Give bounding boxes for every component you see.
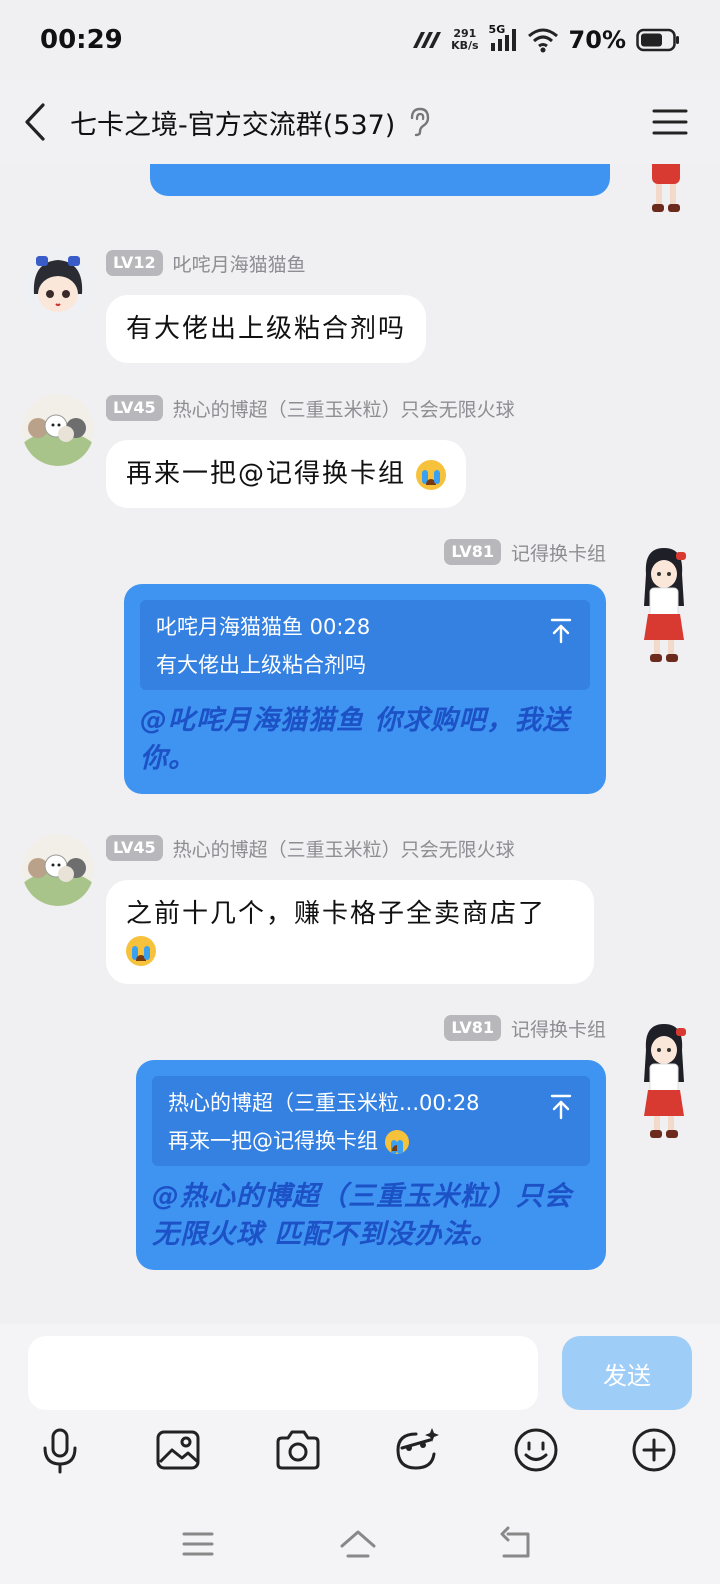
chat-messages[interactable]: LV12 叱咤月海猫猫鱼 有大佬出上级粘合剂吗 LV45 热心的博超（三重玉米粒…: [0, 164, 720, 1324]
message-text: 有大佬出上级粘合剂吗: [126, 314, 407, 344]
ear-icon: [411, 107, 430, 137]
level-badge: LV12: [106, 250, 163, 276]
self-avatar[interactable]: [632, 1020, 696, 1144]
message-text: @热心的博超（三重玉米粒）只会无限火球 匹配不到没办法。: [152, 1181, 572, 1250]
message-bubble[interactable]: 再来一把@记得换卡组: [106, 440, 467, 508]
quote-text: 再来一把@记得换卡组: [168, 1129, 378, 1153]
message-bubble[interactable]: 之前十几个，赚卡格子全卖商店了: [106, 880, 594, 984]
image-icon[interactable]: [154, 1426, 202, 1474]
jump-to-quote-icon[interactable]: [550, 618, 572, 644]
send-button[interactable]: 发送: [562, 1336, 692, 1410]
message-bubble-partial[interactable]: [150, 164, 610, 196]
cats-avatar-icon: [22, 394, 94, 466]
self-avatar[interactable]: [632, 544, 696, 668]
message-meta: LV45 热心的博超（三重玉米粒）只会无限火球: [106, 394, 515, 422]
back-nav-icon[interactable]: [496, 1524, 536, 1564]
crying-emoji-icon: [126, 935, 156, 966]
status-time: 00:29: [40, 25, 123, 55]
anime-avatar-icon: [22, 250, 94, 322]
status-icons: 291 KB/s 5G 70%: [411, 23, 680, 54]
camera-icon[interactable]: [274, 1426, 322, 1474]
message-meta: LV81 记得换卡组: [444, 1014, 606, 1042]
avatar[interactable]: [22, 834, 94, 906]
back-button[interactable]: [0, 80, 70, 164]
menu-button[interactable]: [650, 102, 690, 142]
quoted-message[interactable]: 热心的博超（三重玉米粒...00:28 再来一把@记得换卡组: [152, 1076, 590, 1166]
sender-nickname[interactable]: 记得换卡组: [511, 539, 606, 566]
microphone-icon[interactable]: [36, 1426, 84, 1474]
sender-nickname[interactable]: 叱咤月海猫猫鱼: [173, 250, 306, 277]
emoji-icon[interactable]: [512, 1426, 560, 1474]
jump-to-quote-icon[interactable]: [550, 1094, 572, 1120]
message-text: @叱咤月海猫猫鱼 你求购吧，我送你。: [140, 705, 571, 774]
crying-emoji-icon: [416, 459, 447, 490]
message-bubble[interactable]: 有大佬出上级粘合剂吗: [106, 295, 427, 363]
message-meta: LV81 记得换卡组: [444, 538, 606, 566]
battery-percent: 70%: [568, 26, 626, 54]
cats-avatar-icon: [22, 834, 94, 906]
message-text: 再来一把@记得换卡组: [126, 459, 407, 489]
quote-header: 叱咤月海猫猫鱼 00:28: [156, 615, 371, 639]
cellular-icon: 5G: [489, 23, 517, 53]
message-bubble-reply[interactable]: 热心的博超（三重玉米粒...00:28 再来一把@记得换卡组 @热心的博超（三重…: [136, 1060, 606, 1270]
sender-nickname[interactable]: 热心的博超（三重玉米粒）只会无限火球: [173, 835, 515, 862]
self-avatar-partial[interactable]: [634, 164, 698, 216]
level-badge: LV81: [444, 1015, 501, 1041]
avatar[interactable]: [22, 394, 94, 466]
net-speed-unit: KB/s: [451, 39, 479, 52]
net-speed: 291 KB/s: [451, 28, 478, 52]
message-meta: LV12 叱咤月海猫猫鱼: [106, 249, 306, 277]
crying-emoji-icon: [384, 1130, 409, 1154]
plus-icon[interactable]: [630, 1426, 678, 1474]
message-bubble-reply[interactable]: 叱咤月海猫猫鱼 00:28 有大佬出上级粘合剂吗 @叱咤月海猫猫鱼 你求购吧，我…: [124, 584, 606, 794]
sticker-icon[interactable]: [392, 1426, 440, 1474]
quote-header: 热心的博超（三重玉米粒...00:28: [168, 1091, 480, 1115]
quote-body: 再来一把@记得换卡组: [168, 1126, 574, 1156]
battery-icon: [636, 28, 679, 52]
wifi-icon: [527, 28, 558, 53]
chevron-left-icon: [25, 103, 45, 141]
recent-apps-icon[interactable]: [178, 1524, 218, 1564]
quote-text: 有大佬出上级粘合剂吗: [156, 653, 366, 677]
hamburger-menu-icon: [652, 109, 688, 135]
avatar[interactable]: [22, 250, 94, 322]
message-meta: LV45 热心的博超（三重玉米粒）只会无限火球: [106, 834, 515, 862]
level-badge: LV81: [444, 539, 501, 565]
input-area: 发送: [0, 1324, 720, 1584]
quoted-message[interactable]: 叱咤月海猫猫鱼 00:28 有大佬出上级粘合剂吗: [140, 600, 590, 690]
level-badge: LV45: [106, 835, 163, 861]
sender-nickname[interactable]: 记得换卡组: [511, 1015, 606, 1042]
signal-brand-icon: [413, 32, 442, 48]
message-input[interactable]: [28, 1336, 538, 1410]
group-title[interactable]: 七卡之境-官方交流群(537): [70, 103, 395, 142]
message-text: 之前十几个，赚卡格子全卖商店了: [126, 899, 547, 929]
chat-header: 七卡之境-官方交流群(537): [0, 80, 720, 164]
status-bar: 00:29 291 KB/s 5G 70%: [0, 0, 720, 80]
level-badge: LV45: [106, 395, 163, 421]
home-icon[interactable]: [338, 1524, 378, 1564]
sender-nickname[interactable]: 热心的博超（三重玉米粒）只会无限火球: [173, 395, 515, 422]
